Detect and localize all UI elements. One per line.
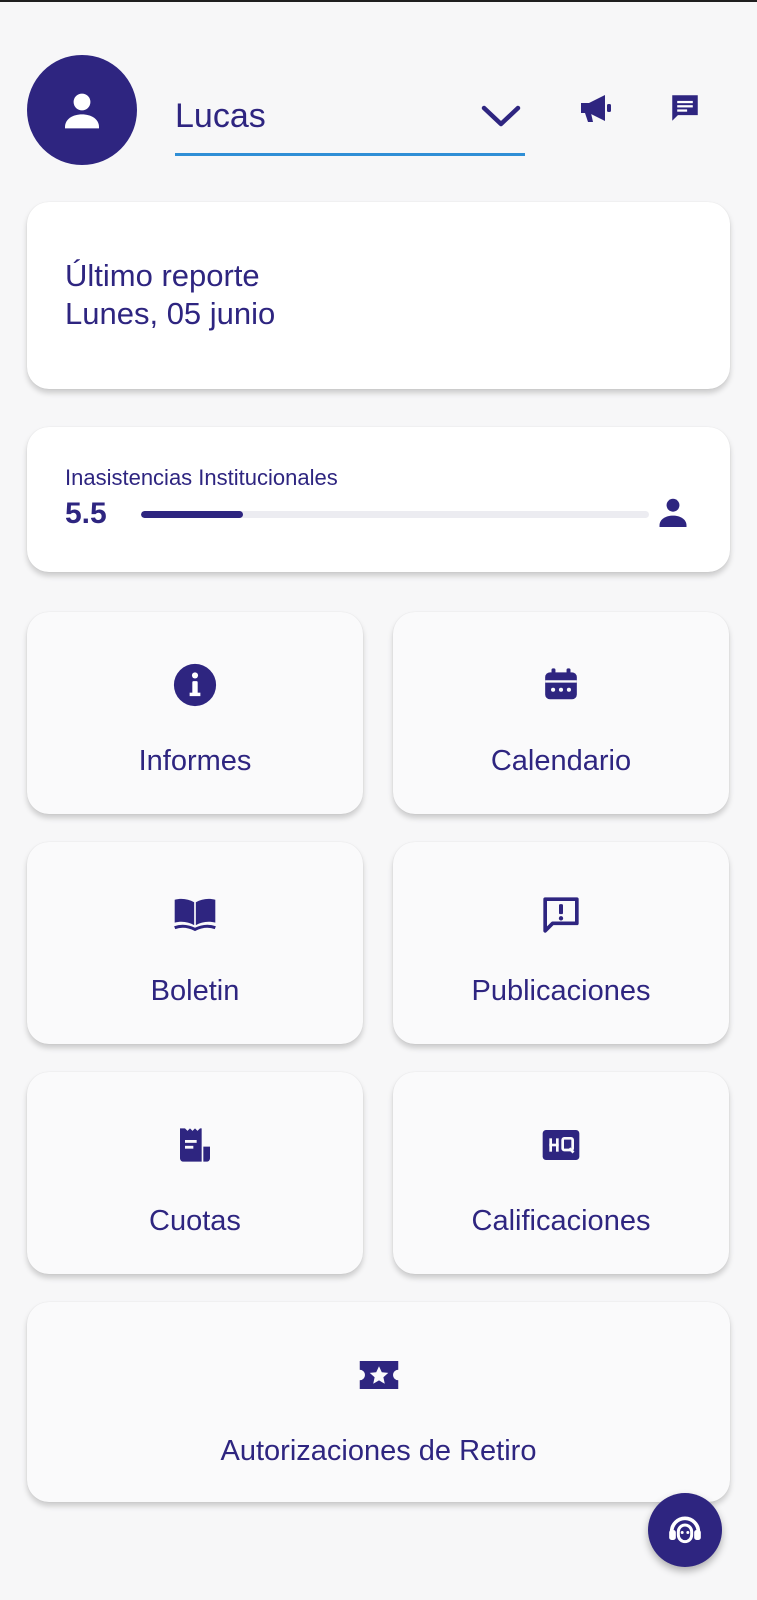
tile-autorizaciones-de-retiro[interactable]: Autorizaciones de Retiro <box>27 1302 730 1502</box>
tile-label: Calendario <box>490 745 632 777</box>
tile-informes[interactable]: Informes <box>27 612 363 814</box>
last-report-card[interactable]: Último reporte Lunes, 05 junio <box>27 202 730 389</box>
tile-label: Cuotas <box>149 1205 241 1237</box>
tile-label: Boletin <box>150 975 240 1007</box>
info-icon <box>170 660 220 710</box>
absences-value: 5.5 <box>65 497 107 530</box>
tile-label: Autorizaciones de Retiro <box>220 1435 537 1467</box>
book-icon <box>170 890 220 940</box>
tile-label: Publicaciones <box>471 975 651 1007</box>
home-screen: Lucas Último reporte Lunes, 05 junio Ina… <box>0 0 757 1600</box>
person-icon <box>653 492 693 532</box>
chat-icon[interactable] <box>663 86 707 130</box>
absences-card[interactable]: Inasistencias Institucionales 5.5 <box>27 427 730 572</box>
megaphone-icon[interactable] <box>574 86 618 130</box>
support-agent-icon <box>669 1516 701 1544</box>
avatar[interactable] <box>27 55 137 165</box>
receipt-icon <box>170 1120 220 1170</box>
hq-icon <box>536 1120 586 1170</box>
calendar-icon <box>536 660 586 710</box>
tile-cuotas[interactable]: Cuotas <box>27 1072 363 1274</box>
tile-boletin[interactable]: Boletin <box>27 842 363 1044</box>
tile-calendario[interactable]: Calendario <box>393 612 729 814</box>
absences-progress-bar <box>141 511 649 518</box>
tile-calificaciones[interactable]: Calificaciones <box>393 1072 729 1274</box>
ticket-star-icon <box>354 1350 404 1400</box>
last-report-title: Último reporte <box>65 258 260 293</box>
tile-label: Informes <box>138 745 252 777</box>
student-name: Lucas <box>175 97 266 135</box>
absences-progress-fill <box>141 511 243 518</box>
tile-publicaciones[interactable]: Publicaciones <box>393 842 729 1044</box>
absences-label: Inasistencias Institucionales <box>65 465 338 490</box>
feedback-icon <box>536 890 586 940</box>
support-button[interactable] <box>648 1493 722 1567</box>
student-selector[interactable]: Lucas <box>175 80 525 156</box>
person-icon <box>65 93 99 129</box>
header: Lucas <box>0 0 757 200</box>
tile-label: Calificaciones <box>471 1205 651 1237</box>
last-report-date: Lunes, 05 junio <box>65 296 276 331</box>
chevron-down-icon <box>479 95 523 139</box>
